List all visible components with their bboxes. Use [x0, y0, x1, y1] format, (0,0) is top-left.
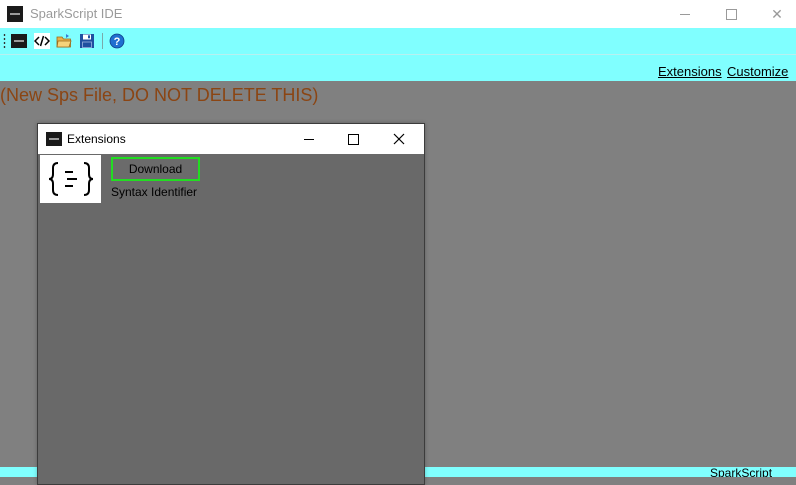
app-icon [11, 34, 27, 48]
dialog-title-bar[interactable]: Extensions [38, 124, 424, 154]
save-button[interactable] [78, 32, 96, 50]
window-title: SparkScript IDE [30, 6, 123, 21]
open-folder-icon [56, 34, 72, 48]
title-bar: SparkScript IDE ✕ [0, 0, 796, 28]
close-icon [393, 133, 405, 145]
maximize-icon [347, 133, 359, 145]
toolbar: ? [0, 28, 796, 54]
extensions-link[interactable]: Extensions [658, 64, 722, 79]
close-button[interactable]: ✕ [754, 0, 796, 28]
toolbar-separator [102, 33, 103, 49]
maximize-icon [725, 8, 737, 20]
help-button[interactable]: ? [108, 32, 126, 50]
minimize-button[interactable] [662, 0, 708, 28]
maximize-button[interactable] [708, 0, 754, 28]
customize-link[interactable]: Customize [727, 64, 788, 79]
svg-text:?: ? [114, 36, 121, 48]
extension-name: Syntax Identifier [111, 185, 198, 199]
code-icon [34, 33, 50, 49]
dialog-maximize-button[interactable] [330, 124, 376, 154]
dialog-title: Extensions [67, 132, 126, 146]
app-logo-icon [7, 6, 23, 22]
dialog-logo-icon [46, 132, 62, 146]
dialog-close-button[interactable] [376, 124, 422, 154]
toolbar-grip[interactable] [3, 33, 6, 49]
file-label: (New Sps File, DO NOT DELETE THIS) [0, 85, 319, 105]
help-icon: ? [109, 33, 125, 49]
extension-icon-tile [40, 155, 101, 203]
app-icon-button[interactable] [10, 32, 28, 50]
open-button[interactable] [55, 32, 73, 50]
dialog-minimize-button[interactable] [286, 124, 332, 154]
save-icon [80, 34, 94, 48]
minimize-icon [680, 13, 690, 15]
menu-strip: Extensions Customize [0, 54, 796, 82]
code-button[interactable] [33, 32, 51, 50]
download-button[interactable]: Download [111, 157, 200, 181]
status-text: SparkScript [710, 467, 773, 477]
minimize-icon [304, 138, 314, 140]
close-icon: ✕ [771, 5, 783, 22]
syntax-identifier-icon [48, 162, 93, 196]
extensions-dialog: Extensions Download Syntax Identifier [37, 123, 425, 485]
